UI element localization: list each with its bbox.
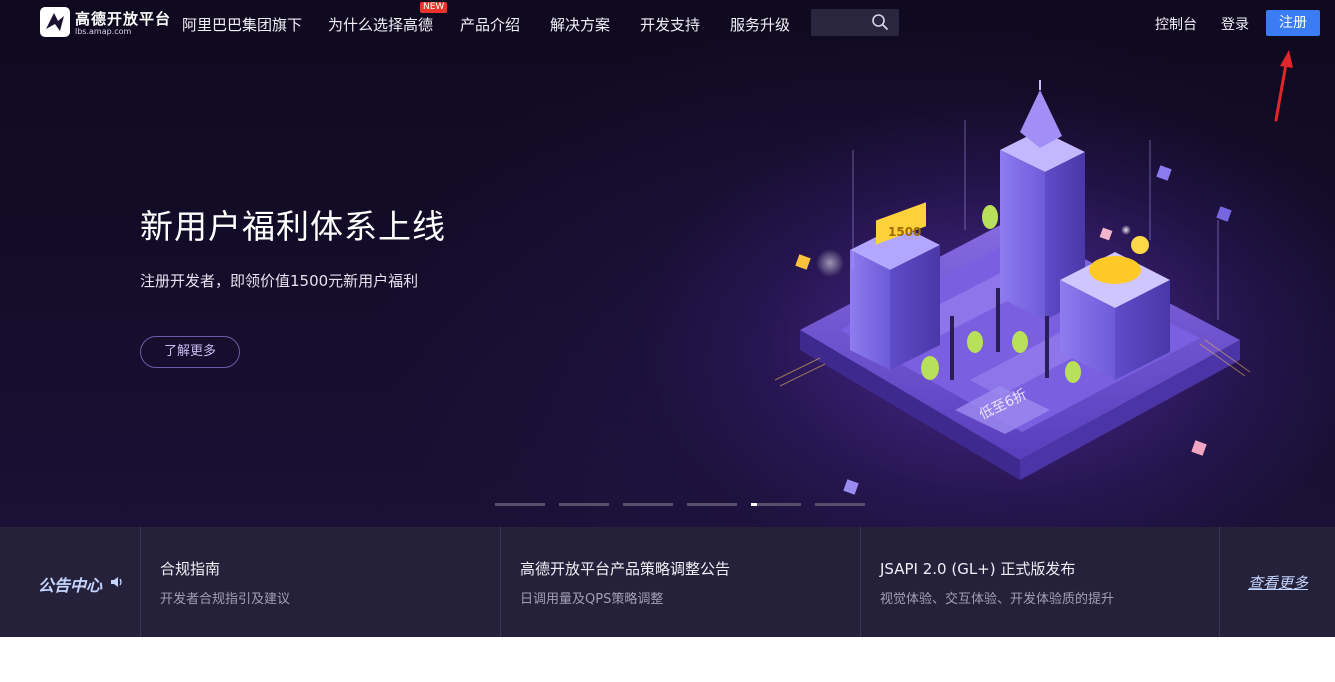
nav-item-alibaba[interactable]: 阿里巴巴集团旗下 [182,14,302,35]
carousel-dot-6[interactable] [815,503,865,506]
notice-title: 高德开放平台产品策略调整公告 [520,560,731,578]
brand-logo[interactable]: 高德开放平台 lbs.amap.com [40,7,170,39]
carousel-indicators [495,503,875,509]
nav-item-dev-support[interactable]: 开发支持 [640,14,700,35]
hero-subtitle: 注册开发者，即领价值1500元新用户福利 [140,272,419,290]
price-tag-1500: 1500 [888,225,921,239]
hero-title: 新用户福利体系上线 [140,207,446,246]
brand-name: 高德开放平台 [75,10,172,28]
notice-center-label: 公告中心 [38,576,103,595]
notice-desc: 日调用量及QPS策略调整 [520,592,664,607]
top-navigation: 高德开放平台 lbs.amap.com 阿里巴巴集团旗下 为什么选择高德 NEW… [0,0,1335,46]
carousel-dot-5[interactable] [751,503,801,506]
notice-title: JSAPI 2.0 (GL+) 正式版发布 [880,560,1076,578]
notice-item-policy[interactable]: 高德开放平台产品策略调整公告 日调用量及QPS策略调整 [500,527,860,637]
hero-banner: 高德开放平台 lbs.amap.com 阿里巴巴集团旗下 为什么选择高德 NEW… [0,0,1335,527]
register-button[interactable]: 注册 [1266,10,1320,36]
console-link[interactable]: 控制台 [1155,14,1197,34]
carousel-dot-4[interactable] [687,503,737,506]
notice-bar: 公告中心 合规指南 开发者合规指引及建议 高德开放平台产品策略调整公告 日调用量… [0,527,1335,637]
learn-more-button[interactable]: 了解更多 [140,336,240,368]
speaker-icon [111,577,122,587]
view-more-link[interactable]: 查看更多 [1248,572,1308,593]
carousel-dot-1[interactable] [495,503,545,506]
carousel-dot-3[interactable] [623,503,673,506]
notice-title: 合规指南 [160,560,221,578]
search-icon[interactable] [871,13,889,31]
isometric-city-illustration: 1500 低至6折 [774,80,1251,495]
logo-mark-icon [40,7,70,37]
nav-item-solutions[interactable]: 解决方案 [550,14,610,35]
nav-item-service-upgrade[interactable]: 服务升级 [730,14,790,35]
new-badge: NEW [420,2,448,13]
notice-desc: 视觉体验、交互体验、开发体验质的提升 [880,592,1115,607]
login-link[interactable]: 登录 [1221,14,1249,34]
brand-domain: lbs.amap.com [75,27,132,36]
search-box[interactable] [811,9,899,36]
nav-item-products[interactable]: 产品介绍 [460,14,520,35]
notice-desc: 开发者合规指引及建议 [160,592,291,607]
notice-item-jsapi[interactable]: JSAPI 2.0 (GL+) 正式版发布 视觉体验、交互体验、开发体验质的提升 [860,527,1220,637]
carousel-dot-2[interactable] [559,503,609,506]
nav-item-why-amap[interactable]: 为什么选择高德 [328,14,433,35]
notice-item-compliance[interactable]: 合规指南 开发者合规指引及建议 [140,527,500,637]
